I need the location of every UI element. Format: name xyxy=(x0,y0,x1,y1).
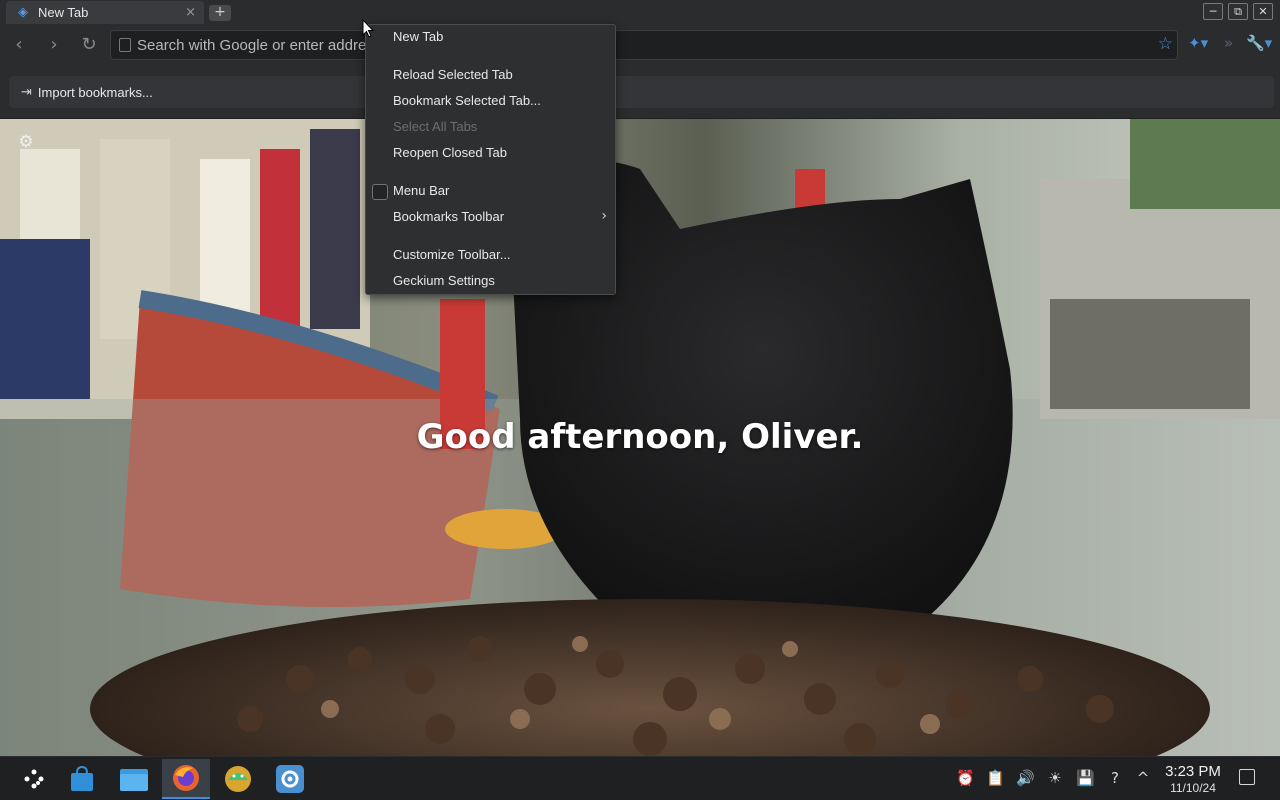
import-icon: ⇥ xyxy=(21,84,32,100)
browser-logo-icon: ◈ xyxy=(18,4,28,20)
forward-button[interactable]: › xyxy=(41,32,67,58)
clipboard-icon[interactable]: 📋 xyxy=(986,769,1005,787)
tray-expand-icon[interactable]: ^ xyxy=(1134,769,1152,787)
tab-title: New Tab xyxy=(38,5,89,20)
extensions-icon[interactable]: ✦▾ xyxy=(1188,34,1208,52)
back-button[interactable]: ‹ xyxy=(6,32,32,58)
file-manager-icon[interactable] xyxy=(110,759,158,799)
volume-icon[interactable]: 🔊 xyxy=(1016,769,1035,787)
menu-item-reload-selected-tab[interactable]: Reload Selected Tab xyxy=(366,63,615,89)
toolbar-context-menu: New Tab Reload Selected Tab Bookmark Sel… xyxy=(365,24,616,295)
menu-item-select-all-tabs: Select All Tabs xyxy=(366,115,615,141)
clock-date[interactable]: 11/10/24 xyxy=(1158,781,1228,795)
menu-item-reopen-closed-tab[interactable]: Reopen Closed Tab xyxy=(366,141,615,167)
menu-item-label: Bookmark Selected Tab... xyxy=(393,93,541,108)
taskbar: ⏰ 📋 🔊 ☀ 💾 ? ^ 3:23 PM 11/10/24 xyxy=(0,756,1280,800)
menu-item-label: Bookmarks Toolbar xyxy=(393,209,505,224)
app-launcher-icon[interactable] xyxy=(10,759,58,799)
show-desktop-icon[interactable] xyxy=(1239,769,1255,785)
menu-item-label: Menu Bar xyxy=(393,183,450,198)
discover-store-icon[interactable] xyxy=(58,759,106,799)
new-tab-page: ⚙ Good afternoon, Oliver. xyxy=(0,119,1280,756)
import-bookmarks-button[interactable]: ⇥ Import bookmarks... xyxy=(9,76,1274,108)
lock-icon xyxy=(119,38,131,52)
menu-bar-checkbox[interactable] xyxy=(372,184,388,200)
menu-item-bookmark-selected-tab[interactable]: Bookmark Selected Tab... xyxy=(366,89,615,115)
menu-item-new-tab[interactable]: New Tab xyxy=(366,25,615,51)
greeting-text: Good afternoon, Oliver. xyxy=(416,417,864,457)
android-app-icon[interactable] xyxy=(214,759,262,799)
tab-strip: ◈ New Tab × + ─ ⧉ ✕ xyxy=(0,0,1280,24)
bookmarks-bar: ⇥ Import bookmarks... xyxy=(0,66,1280,119)
tab-close-icon[interactable]: × xyxy=(185,5,196,20)
steam-icon[interactable] xyxy=(266,759,314,799)
storage-icon[interactable]: 💾 xyxy=(1076,769,1095,787)
tab-new-tab[interactable]: ◈ New Tab × xyxy=(6,1,204,24)
chevron-right-icon: › xyxy=(601,208,607,224)
menu-item-customize-toolbar[interactable]: Customize Toolbar... xyxy=(366,243,615,269)
address-bar[interactable]: ☆ xyxy=(110,30,1178,60)
menu-item-geckium-settings[interactable]: Geckium Settings xyxy=(366,269,615,295)
overflow-chevron-icon[interactable]: » xyxy=(1224,34,1233,52)
menu-item-bookmarks-toolbar[interactable]: Bookmarks Toolbar › xyxy=(366,205,615,231)
import-bookmarks-label: Import bookmarks... xyxy=(37,84,153,100)
menu-item-label: Select All Tabs xyxy=(393,119,478,134)
menu-item-label: Reopen Closed Tab xyxy=(393,145,507,160)
reload-button[interactable]: ↻ xyxy=(76,32,102,58)
help-icon[interactable]: ? xyxy=(1106,769,1124,787)
clock-time[interactable]: 3:23 PM xyxy=(1158,763,1228,780)
new-tab-button[interactable]: + xyxy=(209,5,231,21)
minimize-button[interactable]: ─ xyxy=(1203,3,1223,20)
browser-window: ◈ New Tab × + ─ ⧉ ✕ ‹ › ↻ ☆ ✦▾ » 🔧▾ ⇥ Im… xyxy=(0,0,1280,800)
menu-item-label: Geckium Settings xyxy=(393,273,495,288)
gear-icon[interactable]: ⚙ xyxy=(15,131,37,153)
brightness-icon[interactable]: ☀ xyxy=(1046,769,1064,787)
mouse-cursor-icon xyxy=(362,19,374,38)
firefox-icon[interactable] xyxy=(162,759,210,799)
menu-item-label: Reload Selected Tab xyxy=(393,67,513,82)
close-window-button[interactable]: ✕ xyxy=(1253,3,1273,20)
maximize-button[interactable]: ⧉ xyxy=(1228,3,1248,20)
notifications-icon[interactable]: ⏰ xyxy=(956,769,975,787)
wrench-menu-icon[interactable]: 🔧▾ xyxy=(1246,34,1272,52)
menu-item-menu-bar[interactable]: Menu Bar xyxy=(366,179,615,205)
address-input[interactable] xyxy=(137,35,1137,55)
menu-item-label: New Tab xyxy=(393,29,444,44)
bookmark-star-icon[interactable]: ☆ xyxy=(1158,34,1173,54)
navigation-toolbar: ‹ › ↻ ☆ ✦▾ » 🔧▾ xyxy=(0,24,1280,66)
menu-item-label: Customize Toolbar... xyxy=(393,247,511,262)
